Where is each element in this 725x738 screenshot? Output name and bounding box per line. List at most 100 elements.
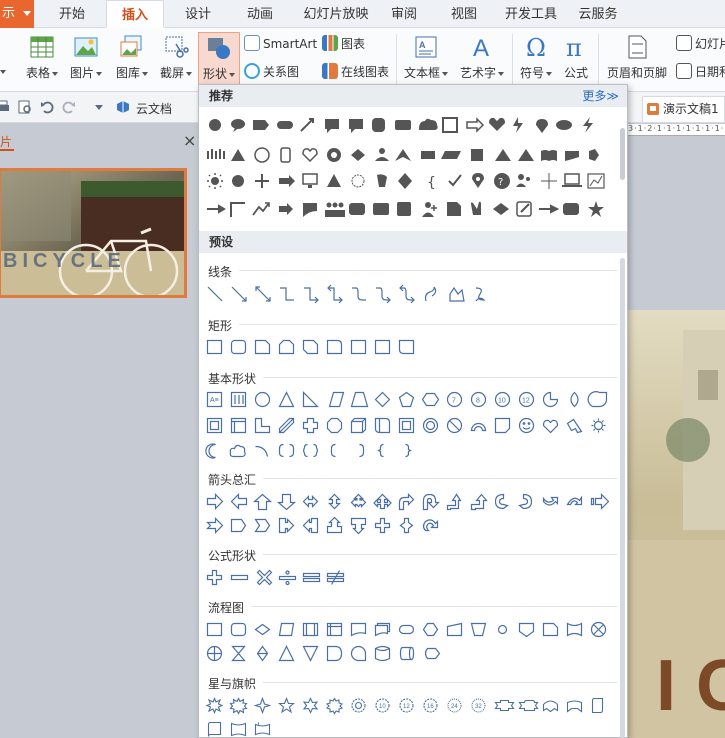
lines-grid xyxy=(205,284,495,306)
shapes-label: 形状 xyxy=(202,67,227,81)
section-basic-title: 基本形状 xyxy=(208,372,257,386)
recommended-shapes[interactable]: { ? xyxy=(205,111,615,223)
shapes-icon xyxy=(206,35,232,61)
online-chart-button[interactable]: 在线图表 xyxy=(322,62,389,82)
tab-insert[interactable]: 插入 xyxy=(106,0,164,28)
rect-grid xyxy=(205,338,425,358)
ribbon-separator xyxy=(396,34,397,86)
header-footer-label: 页眉和页脚 xyxy=(606,66,667,80)
smartart-icon xyxy=(244,35,260,51)
flowchart-shapes[interactable] xyxy=(205,620,615,666)
section-rect-title: 矩形 xyxy=(208,319,233,333)
formula-button[interactable]: π 公式 xyxy=(558,32,594,86)
svg-text:24: 24 xyxy=(451,704,458,710)
more-link[interactable]: 更多≫ xyxy=(582,85,619,107)
wordart-icon: A xyxy=(469,34,495,62)
line-shapes[interactable] xyxy=(205,284,495,306)
picture-button[interactable]: 图片 xyxy=(66,32,106,86)
cloud-doc-icon[interactable] xyxy=(116,100,130,114)
print-preview-icon[interactable] xyxy=(18,100,32,114)
tab-view[interactable]: 视图 xyxy=(444,0,484,28)
print-icon[interactable] xyxy=(0,100,10,114)
gallery-icon xyxy=(119,34,145,60)
svg-text:Ω: Ω xyxy=(526,34,546,60)
panel-tab-slides[interactable]: 片 xyxy=(0,133,12,150)
ribbon-tab-bar: 示 开始 插入 设计 动画 幻灯片放映 审阅 视图 开发工具 云服务 xyxy=(0,0,725,28)
slide-thumbnail[interactable]: BICYCLE xyxy=(0,168,187,298)
symbol-button[interactable]: Ω 符号 xyxy=(516,32,556,86)
basic-shapes-grid: A≡ 7 8 10 12 xyxy=(205,390,615,460)
tab-design[interactable]: 设计 xyxy=(170,0,226,28)
document-tab-label: 演示文稿1 xyxy=(663,102,719,116)
section-divider xyxy=(239,270,617,271)
chart-button[interactable]: 图表 xyxy=(322,34,365,54)
section-flowchart-title: 流程图 xyxy=(208,601,245,615)
close-icon[interactable]: × xyxy=(183,131,196,150)
section-divider xyxy=(239,324,617,325)
chevron-down-icon xyxy=(23,11,31,16)
app-menu-button[interactable]: 示 xyxy=(0,0,34,28)
tab-developer[interactable]: 开发工具 xyxy=(500,0,562,28)
slide-background-image: I C xyxy=(628,310,725,738)
tab-animation[interactable]: 动画 xyxy=(232,0,288,28)
scissors-icon xyxy=(163,34,189,60)
screenshot-button[interactable]: 截屏 xyxy=(156,32,196,86)
star-shapes[interactable]: 10 12 16 24 32 xyxy=(205,696,615,738)
dropdown-scrollbar[interactable] xyxy=(618,88,626,738)
gallery-label: 图库 xyxy=(115,66,140,80)
recommended-scroll-thumb[interactable] xyxy=(620,128,625,180)
wordart-button[interactable]: A 艺术字 xyxy=(456,32,508,86)
chevron-down-icon[interactable] xyxy=(92,100,106,114)
relation-button[interactable]: 关系图 xyxy=(244,62,299,82)
rect-shapes[interactable] xyxy=(205,338,425,358)
tab-cloud[interactable]: 云服务 xyxy=(572,0,624,28)
redo-icon[interactable] xyxy=(62,100,76,114)
document-tab[interactable]: 演示文稿1 xyxy=(642,96,725,122)
preset-scroll-thumb[interactable] xyxy=(620,258,625,738)
slide-number-label: 幻灯片 xyxy=(695,37,725,51)
svg-text:π: π xyxy=(566,34,582,60)
tab-home[interactable]: 开始 xyxy=(44,0,100,28)
slide-title-text: I C xyxy=(656,646,725,726)
smartart-button[interactable]: SmartArt xyxy=(244,34,317,54)
shape-decagon-label: 10 xyxy=(498,398,506,405)
formula-shapes[interactable] xyxy=(205,568,355,588)
preset-header: 预设 xyxy=(199,231,627,253)
tab-review[interactable]: 审阅 xyxy=(384,0,424,28)
svg-text:10: 10 xyxy=(379,704,386,710)
table-button[interactable]: 表格 xyxy=(22,32,62,86)
chart-label: 图表 xyxy=(341,37,366,51)
basic-shapes[interactable]: A≡ 7 8 10 12 xyxy=(205,390,615,460)
flowchart-grid xyxy=(205,620,615,666)
horizontal-ruler: 3·1·2·1·1·1·1·1·1·1·1 xyxy=(628,124,725,136)
ribbon-prev-dropdown[interactable] xyxy=(0,32,8,86)
gallery-button[interactable]: 图库 xyxy=(112,32,152,86)
slide-number-icon xyxy=(676,35,692,51)
slide-number-button[interactable]: 幻灯片 xyxy=(676,34,725,54)
svg-text:A≡: A≡ xyxy=(210,397,219,404)
textbox-icon: A xyxy=(413,34,439,60)
section-divider xyxy=(263,554,617,555)
svg-text:{: { xyxy=(427,175,436,191)
datetime-button[interactable]: 日期和 xyxy=(676,62,725,82)
screenshot-label: 截屏 xyxy=(159,66,184,80)
undo-icon[interactable] xyxy=(40,100,54,114)
svg-text:A: A xyxy=(419,40,426,50)
cloud-doc-label[interactable]: 云文档 xyxy=(136,100,172,117)
arrow-shapes[interactable] xyxy=(205,492,615,538)
section-divider xyxy=(263,377,617,378)
header-footer-button[interactable]: 页眉和页脚 xyxy=(604,32,670,86)
shape-dodecagon-label: 12 xyxy=(522,398,530,405)
relation-icon xyxy=(244,63,260,79)
textbox-button[interactable]: A 文本框 xyxy=(400,32,452,86)
table-label: 表格 xyxy=(25,66,50,80)
stars-grid: 10 12 16 24 32 xyxy=(205,696,615,738)
shape-octagon-label: 8 xyxy=(476,398,480,405)
slide-canvas[interactable]: I C xyxy=(628,310,725,738)
shapes-button[interactable]: 形状 xyxy=(198,32,240,86)
arrows-grid xyxy=(205,492,615,538)
tab-slideshow[interactable]: 幻灯片放映 xyxy=(294,0,378,28)
textbox-label: 文本框 xyxy=(403,66,440,80)
smartart-label: SmartArt xyxy=(263,37,318,51)
svg-text:16: 16 xyxy=(427,704,434,710)
